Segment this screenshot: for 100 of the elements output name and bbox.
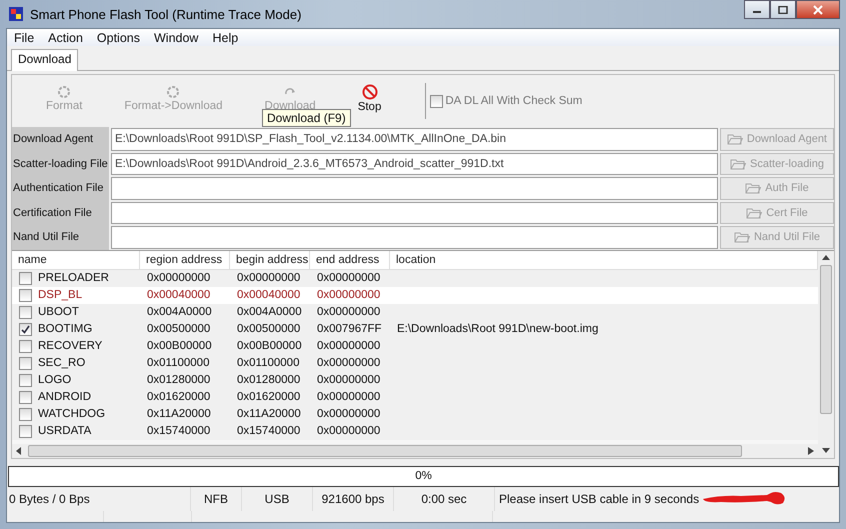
column-header[interactable]: region address <box>140 250 230 268</box>
table-cell-text: 0x11A20000 <box>146 408 212 420</box>
gear-icon <box>57 84 72 98</box>
checkbox[interactable] <box>19 306 32 318</box>
table-cell-text: 0x01100000 <box>146 357 210 369</box>
checkbox[interactable] <box>19 272 32 284</box>
folder-icon <box>734 231 750 244</box>
table-cell-text: 0x01280000 <box>236 374 302 386</box>
table-row[interactable]: USRDATA 0x15740000 0x15740000 0x00000000 <box>12 422 818 440</box>
checkbox[interactable] <box>19 424 32 438</box>
table-cell-text: 0x00B00000 <box>236 340 303 352</box>
checksum-checkbox[interactable]: DA DL All With Check Sum <box>430 94 582 108</box>
table-cell-text: 0x01280000 <box>146 374 212 386</box>
table-cell-text: 0x00000000 <box>146 272 212 284</box>
table-row[interactable]: ANDROID 0x01620000 0x01620000 0x00000000 <box>12 388 818 406</box>
table-cell-text: 0x00000000 <box>316 425 382 437</box>
table-cell-text: 0x004A0000 <box>236 306 303 318</box>
gear-icon <box>166 84 180 98</box>
table-row[interactable]: DSP_BL 0x00040000 0x00040000 0x00000000 <box>12 286 818 304</box>
tab[interactable]: Download <box>11 49 78 71</box>
table-cell-text: 0x00000000 <box>316 408 382 420</box>
table-cell-text: 0x004A0000 <box>146 306 213 318</box>
down-arrow-icon[interactable] <box>822 448 830 454</box>
checkbox[interactable] <box>19 322 32 336</box>
maximize-icon <box>778 6 788 14</box>
stop-icon <box>362 84 378 100</box>
partition-name: USRDATA <box>38 425 92 437</box>
minimize-button[interactable] <box>744 0 770 19</box>
partition-name: WATCHDOG <box>38 408 106 420</box>
menu-item[interactable]: File <box>9 30 40 44</box>
up-arrow-icon[interactable] <box>822 254 830 260</box>
table-row[interactable]: RECOVERY 0x00B00000 0x00B00000 0x00000000 <box>12 338 818 354</box>
checkbox[interactable] <box>19 340 32 352</box>
partition-name: PRELOADER <box>38 272 109 284</box>
status-text: USB <box>242 486 313 510</box>
table-cell-text: 0x00000000 <box>236 272 302 284</box>
table-cell-text: 0x00000000 <box>316 340 382 352</box>
table-cell-text: 0x00040000 <box>236 289 302 301</box>
table-row[interactable]: UBOOT 0x004A0000 0x004A0000 0x00000000 <box>12 304 818 320</box>
field-label: Scatter-loading File <box>12 152 109 176</box>
table-cell-text: 0x007967FF <box>316 323 383 335</box>
partition-name: UBOOT <box>38 306 79 318</box>
table-cell-text: 0x15740000 <box>146 425 212 437</box>
field-label: Authentication File <box>12 176 109 200</box>
column-header[interactable]: begin address <box>230 250 310 268</box>
table-row[interactable]: WATCHDOG 0x11A20000 0x11A20000 0x00000000 <box>12 406 818 422</box>
table-cell-text: 0x11A20000 <box>236 408 302 420</box>
table-cell-text: 0x15740000 <box>236 425 302 437</box>
close-button[interactable] <box>796 0 840 19</box>
status-text: 0:00 sec <box>394 486 495 510</box>
partition-name: BOOTIMG <box>38 323 92 335</box>
table-cell-text: E:\Downloads\Root 991D\new-boot.img <box>396 323 600 335</box>
table-cell-text: 0x00B00000 <box>146 340 213 352</box>
field-label: Download Agent <box>12 127 109 152</box>
vertical-scrollbar[interactable] <box>818 250 834 458</box>
table-cell-text: 0x00000000 <box>316 374 382 386</box>
close-icon <box>813 4 823 14</box>
table-row[interactable]: BOOTIMG 0x00500000 0x00500000 0x007967FF E:\Downloads\Root 991D\new-boot.img <box>12 320 818 338</box>
maximize-button[interactable] <box>770 0 796 19</box>
column-header[interactable]: end address <box>310 250 390 268</box>
table-row[interactable]: LOGO 0x01280000 0x01280000 0x00000000 <box>12 372 818 388</box>
table-cell-text: 0x00500000 <box>146 323 212 335</box>
table-cell-text: 0x00000000 <box>316 357 382 369</box>
table-row[interactable]: SEC_RO 0x01100000 0x01100000 0x00000000 <box>12 354 818 372</box>
left-arrow-icon[interactable] <box>16 446 22 454</box>
horizontal-scrollbar[interactable] <box>12 444 818 458</box>
table-cell-text: 0x01100000 <box>236 357 300 369</box>
field-label: Nand Util File <box>12 225 109 250</box>
right-arrow-icon[interactable] <box>808 446 814 454</box>
folder-icon <box>730 158 746 170</box>
partition-name: DSP_BL <box>38 289 82 301</box>
menu-item[interactable]: Window <box>149 30 204 44</box>
status-text: Please insert USB cable in 9 seconds <box>498 490 700 508</box>
path-field[interactable] <box>111 226 718 248</box>
table-cell-text: 0x00000000 <box>316 289 382 301</box>
path-field[interactable] <box>111 202 718 224</box>
partition-name: ANDROID <box>38 391 92 403</box>
progress-text: 0% <box>415 470 432 482</box>
status-text: 921600 bps <box>313 486 394 510</box>
table-cell-text: 0x00000000 <box>316 391 382 403</box>
tooltip: Download (F9) <box>262 109 351 127</box>
table-cell-text: 0x01620000 <box>146 391 212 403</box>
checkbox[interactable] <box>19 356 32 370</box>
menu-item[interactable]: Help <box>207 30 244 44</box>
column-header[interactable]: name <box>12 250 140 268</box>
status-text: 0 Bytes / 0 Bps <box>7 486 191 510</box>
table-row[interactable]: PRELOADER 0x00000000 0x00000000 0x00000000 <box>12 270 818 286</box>
partition-name: SEC_RO <box>38 357 86 369</box>
checkbox[interactable] <box>19 374 32 386</box>
path-field[interactable] <box>111 177 718 200</box>
table-cell-text: 0x01620000 <box>236 391 302 403</box>
table-cell-text: 0x00000000 <box>316 306 382 318</box>
checkbox[interactable] <box>19 408 32 420</box>
folder-icon <box>745 182 762 194</box>
table-cell-text: 0x00500000 <box>236 323 302 335</box>
menu-item[interactable]: Options <box>92 30 145 44</box>
checkbox[interactable] <box>19 288 32 302</box>
checkbox[interactable] <box>19 390 32 404</box>
folder-icon <box>746 206 762 219</box>
menu-item[interactable]: Action <box>43 30 88 44</box>
